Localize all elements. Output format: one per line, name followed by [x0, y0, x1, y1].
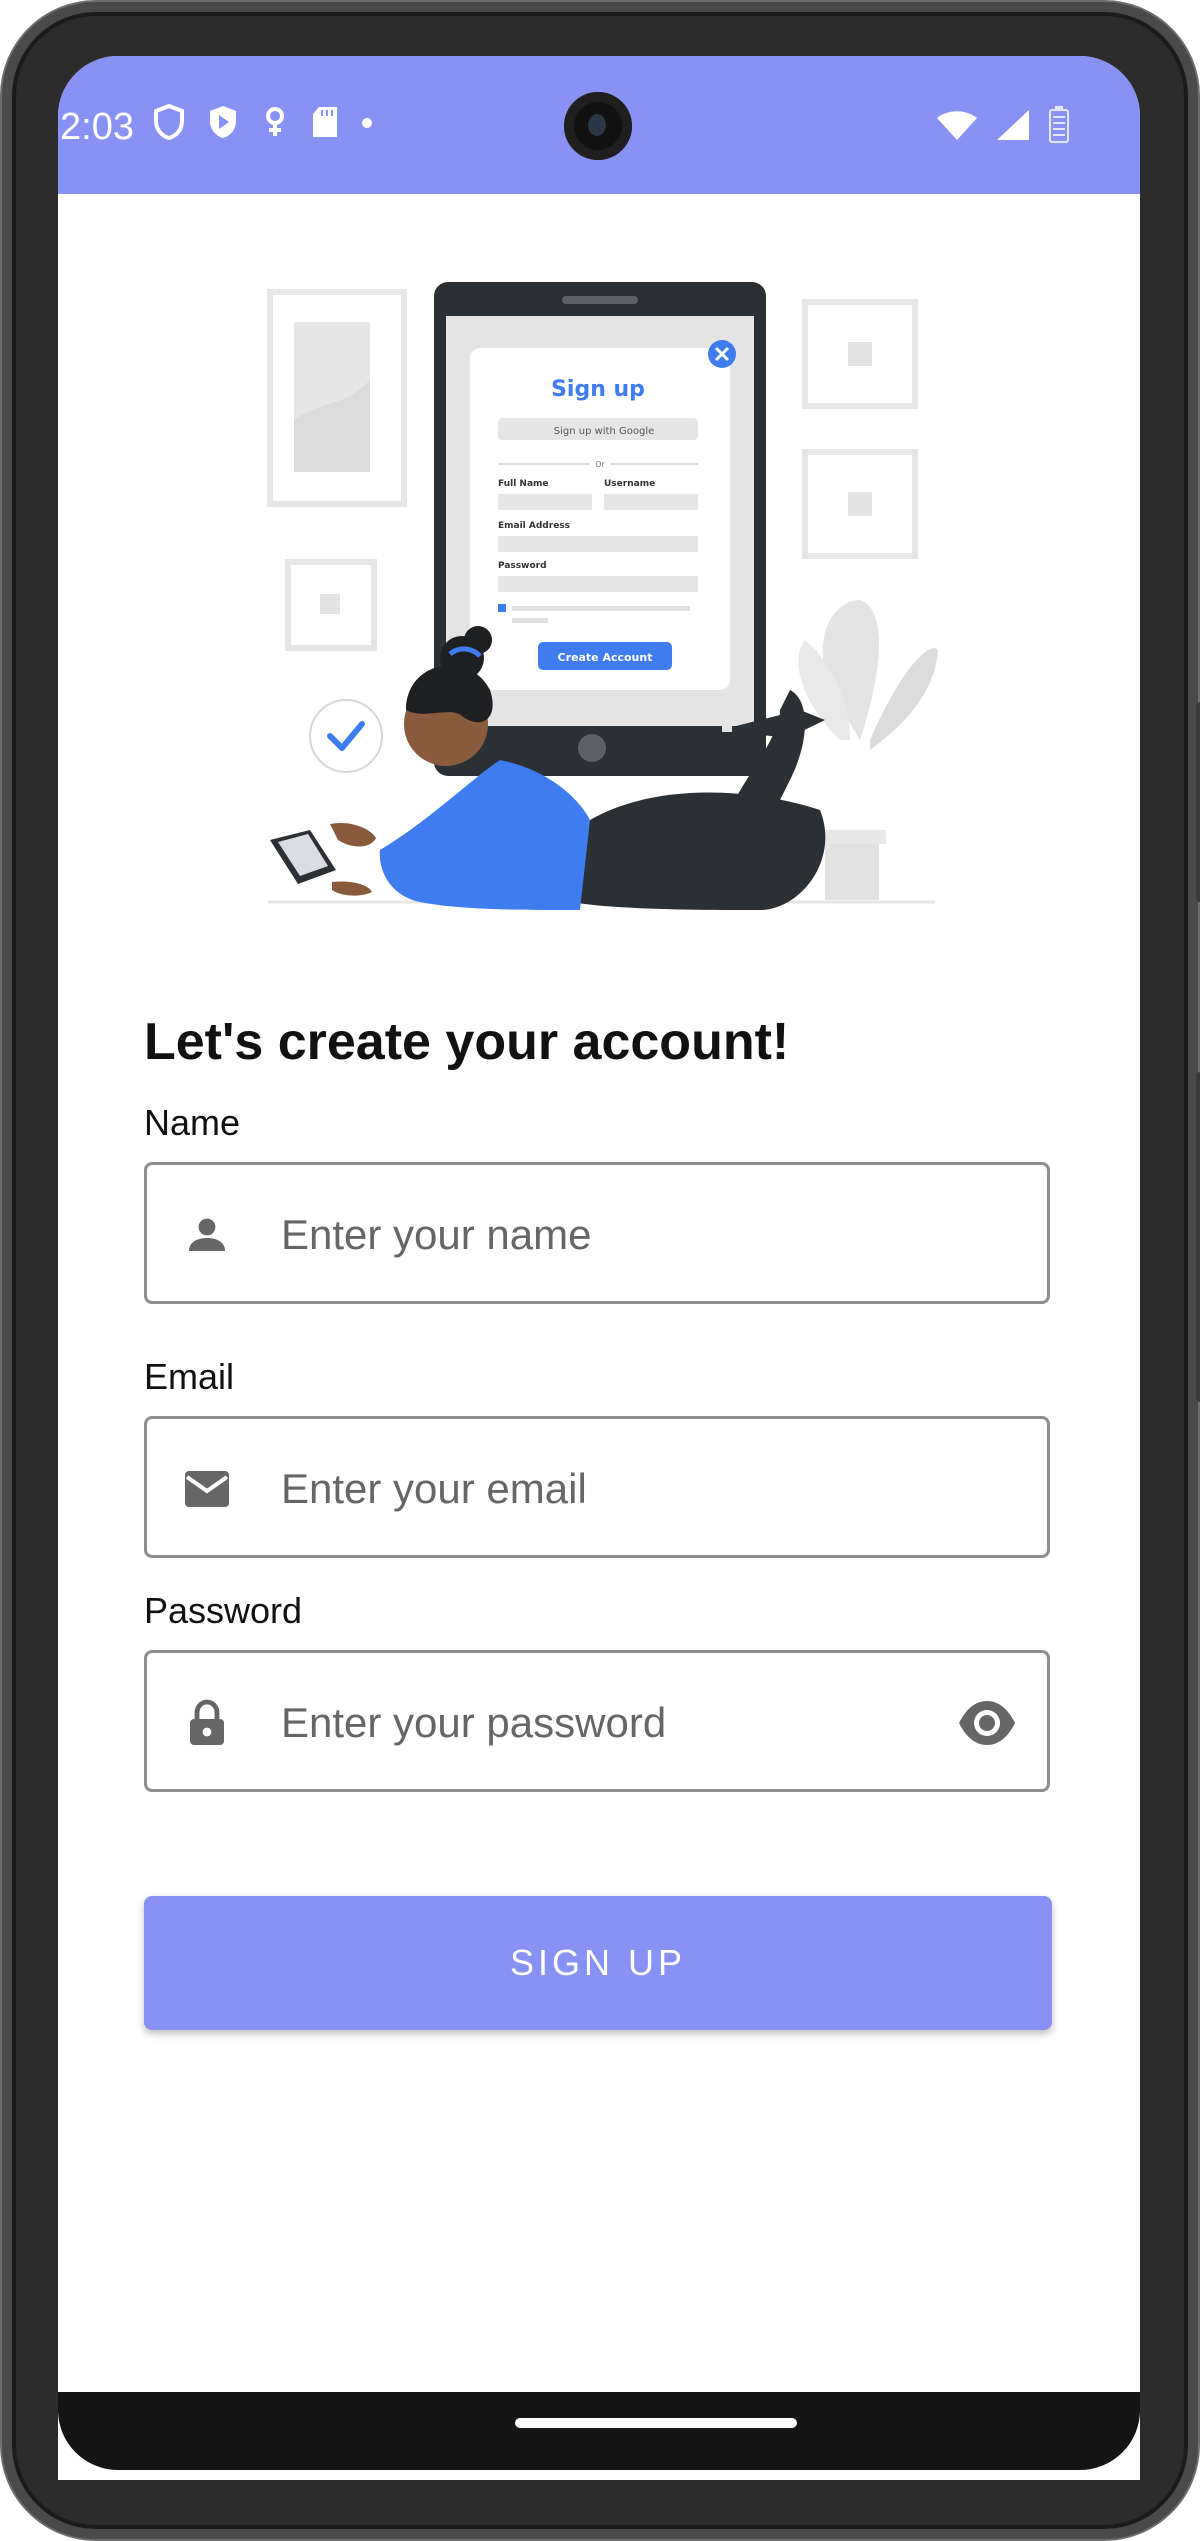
status-bar: 2:03: [58, 56, 1140, 194]
illustration-or-label: Or: [595, 460, 605, 469]
lock-icon: [183, 1699, 231, 1747]
name-input[interactable]: Enter your name: [144, 1162, 1050, 1304]
navigation-bar: [58, 2392, 1140, 2470]
vpn-key-icon: [261, 106, 289, 143]
mail-icon: [183, 1465, 231, 1513]
battery-icon: [1048, 106, 1070, 149]
front-camera: [564, 92, 632, 160]
email-placeholder: Enter your email: [281, 1465, 587, 1512]
password-label: Password: [144, 1590, 303, 1631]
status-right-icons: [936, 106, 1070, 149]
illustration-password-label: Password: [498, 561, 547, 571]
home-indicator[interactable]: [515, 2418, 797, 2428]
email-label: Email: [144, 1356, 235, 1397]
illustration-full-name-label: Full Name: [498, 479, 549, 489]
password-placeholder: Enter your password: [281, 1699, 667, 1746]
sign-up-button[interactable]: SIGN UP: [144, 1896, 1052, 2030]
sd-card-icon: [311, 105, 339, 144]
illustration-signup-title: Sign up: [551, 377, 645, 402]
dot-icon: [361, 116, 373, 134]
play-shield-icon: [207, 104, 239, 145]
volume-button: [1196, 702, 1200, 902]
status-left-icons: [153, 103, 373, 145]
cell-signal-icon: [996, 109, 1030, 146]
shield-icon: [153, 103, 185, 145]
page-title: Let's create your account!: [144, 1013, 790, 1071]
illustration-email-label: Email Address: [498, 521, 570, 531]
name-label: Name: [144, 1102, 241, 1143]
illustration-username-label: Username: [604, 479, 655, 489]
eye-icon[interactable]: [957, 1697, 1017, 1749]
email-input[interactable]: Enter your email: [144, 1416, 1050, 1558]
illustration-create-account: Create Account: [558, 651, 653, 664]
name-placeholder: Enter your name: [281, 1211, 592, 1258]
status-time: 2:03: [60, 106, 134, 148]
wifi-icon: [936, 109, 978, 146]
power-button: [1196, 1072, 1200, 1402]
person-icon: [183, 1211, 231, 1259]
password-input[interactable]: Enter your password: [144, 1650, 1050, 1792]
signup-illustration: Sign up Sign up with Google Or Full Name…: [200, 220, 960, 920]
illustration-google-label: Sign up with Google: [554, 426, 655, 437]
